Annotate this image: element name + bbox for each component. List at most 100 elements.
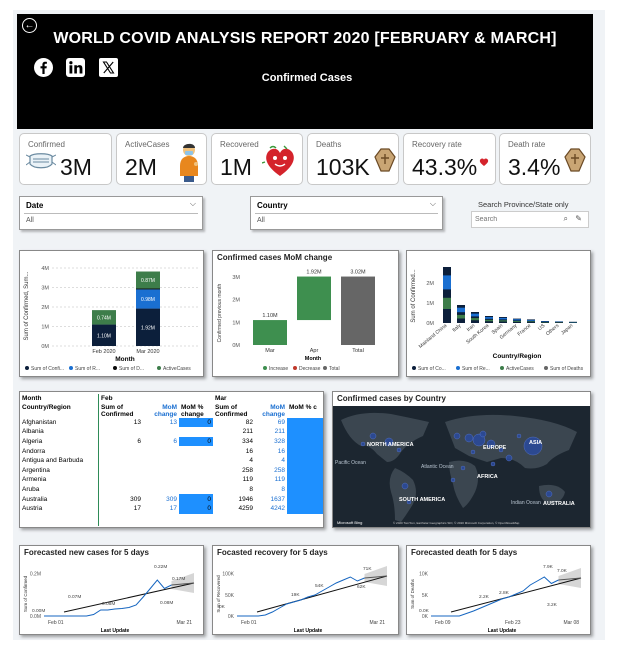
y-tick-label: 0M — [232, 343, 240, 349]
table-row[interactable]: Albania 211 211 — [20, 427, 323, 437]
legend-label: Sum of D... — [119, 366, 144, 372]
table-row[interactable]: Armenia 119 119 — [20, 475, 323, 485]
table-cell: 0 — [179, 417, 213, 428]
matrix-header-measures: Country/Region Sum of Confirmed MoM chan… — [20, 404, 323, 418]
table-cell — [179, 485, 213, 495]
chevron-down-icon[interactable]: ⌵ — [430, 199, 436, 209]
bar-segment — [485, 317, 493, 319]
table-cell: 119 — [242, 476, 253, 484]
date-filter[interactable]: Date ⌵ All — [19, 196, 203, 230]
table-cell: 6 — [137, 438, 141, 446]
header-cell[interactable]: Sum of Confirmed — [99, 404, 143, 418]
table-row[interactable]: Andorra 16 16 — [20, 446, 323, 456]
y-axis-label: Sum of Deaths — [410, 578, 415, 609]
table-row[interactable]: Afghanistan 13 13 0 82 69 — [20, 417, 323, 428]
data-label: 3.02M — [350, 270, 366, 276]
header-cell[interactable]: MoM % change — [179, 404, 213, 418]
search-box[interactable]: ⌕ ✎ — [471, 211, 589, 228]
filter-divider — [24, 213, 198, 214]
table-cell — [179, 427, 213, 437]
chart-title: Focasted recovery for 5 days — [217, 548, 328, 557]
table-cell: 13 — [169, 418, 177, 426]
data-label: 1.10M — [97, 333, 111, 339]
table-cell: 0 — [179, 494, 213, 504]
kpi-label: Recovery rate — [412, 140, 462, 149]
table-cell: Afghanistan — [22, 418, 57, 426]
search-icon[interactable]: ⌕ — [564, 214, 568, 224]
table-cell — [179, 466, 213, 476]
legend-dot — [544, 366, 548, 370]
table-cell: 0 — [179, 503, 213, 514]
country-bar — [499, 317, 507, 323]
table-cell — [287, 417, 323, 428]
data-label: 0.08M — [102, 601, 115, 607]
data-label: 71K — [363, 566, 372, 572]
country-filter[interactable]: Country ⌵ All — [250, 196, 443, 230]
mom-waterfall-svg: 0M 1M 2M 3M Confirmed previous month 1.10M Mar… — [217, 270, 375, 372]
x-tick-label: Mar 21 — [176, 620, 192, 626]
waterfall-bar — [297, 276, 331, 321]
x-icon[interactable] — [99, 58, 118, 77]
table-row[interactable]: Algeria 6 6 0 334 328 — [20, 436, 323, 447]
y-tick-label: 0M — [426, 321, 434, 327]
y-tick-label: 50K — [225, 593, 235, 599]
table-cell: 119 — [274, 476, 285, 484]
y-axis-label: Confirmed previous month — [217, 283, 223, 342]
header-cell[interactable]: MoM change — [255, 404, 287, 418]
table-row[interactable]: Austria 17 17 0 4259 4242 — [20, 503, 323, 514]
bar-segment — [513, 319, 521, 321]
table-cell: 1946 — [238, 495, 253, 503]
linkedin-icon[interactable] — [66, 58, 85, 77]
country-matrix-table: Month Feb Mar Country/Region Sum of Conf… — [19, 391, 324, 528]
header-cell[interactable]: MoM change — [143, 404, 179, 418]
bar-segment — [513, 321, 521, 322]
legend-dot — [69, 366, 73, 370]
table-row[interactable]: Aruba 8 8 — [20, 484, 323, 495]
header-cell[interactable]: Sum of Confirmed — [213, 404, 255, 418]
legend-label: Sum of Confi... — [31, 366, 64, 372]
chevron-down-icon[interactable]: ⌵ — [190, 199, 196, 209]
kpi-value: 3.4% — [508, 154, 561, 180]
row-header-divider — [98, 394, 99, 526]
table-cell — [99, 475, 143, 485]
map-visual[interactable]: Confirmed cases by Country NORTH AMERICA… — [332, 391, 591, 528]
kpi-recovered: Recovered 1M — [211, 133, 303, 185]
table-cell — [99, 427, 143, 437]
table-row[interactable]: Australia 309 309 0 1946 1637 — [20, 494, 323, 504]
y-tick-label: 2M — [41, 305, 49, 311]
legend-label: ActiveCases — [506, 366, 534, 372]
header-cell[interactable]: MoM % c — [287, 404, 323, 418]
y-tick-label: 0M — [41, 344, 49, 350]
table-cell: 13 — [133, 418, 141, 426]
eraser-icon[interactable]: ✎ — [575, 214, 582, 223]
legend-dot — [323, 366, 327, 370]
table-cell: 4259 — [238, 505, 253, 513]
filter-label: Date — [26, 201, 44, 210]
table-row[interactable]: Argentina 258 258 — [20, 465, 323, 476]
data-label: 2.8K — [499, 590, 510, 596]
facebook-icon[interactable] — [34, 58, 53, 77]
data-label: 1.10M — [262, 313, 278, 319]
forecast-recovery-chart: Focasted recovery for 5 days 0K 50K 100K Su… — [212, 545, 399, 635]
world-map[interactable]: NORTH AMERICA ASIA EUROPE AFRICA SOUTH A… — [333, 406, 590, 527]
table-cell: 4 — [249, 457, 253, 465]
x-tick-label: Mar 2020 — [136, 349, 159, 355]
bar-segment — [499, 320, 507, 322]
table-cell: Austria — [22, 505, 43, 513]
search-input[interactable] — [475, 214, 563, 225]
table-row[interactable]: Antigua and Barbuda 4 4 — [20, 455, 323, 466]
x-tick-label: Total — [352, 348, 364, 354]
waterfall-bar — [253, 320, 287, 345]
monthly-stacked-svg: 0M 1M 2M 3M 4M Sum of Confirmed, Sum... 1.10M 0… — [24, 266, 198, 372]
map-credit: © 2020 TomTom, Earthstar Geographics SIO… — [393, 521, 520, 525]
kpi-value: 1M — [220, 154, 252, 180]
country-bar — [485, 316, 493, 323]
forecast-recovery-svg: 0K50K100KSum of Recovered0K19K54K 62K71KF… — [216, 566, 388, 634]
header-cell[interactable]: Country/Region — [20, 404, 99, 418]
legend-label: ActiveCases — [163, 366, 191, 372]
x-tick-label: Mar — [265, 348, 275, 354]
bar-segment — [527, 319, 535, 321]
table-cell: 69 — [277, 418, 285, 426]
forecast-new-cases-svg: 0.0M 0.2MSum of Confirmed 0.00M 0.07M 0.08M 0… — [23, 564, 195, 634]
data-label: 0.07M — [68, 594, 81, 600]
